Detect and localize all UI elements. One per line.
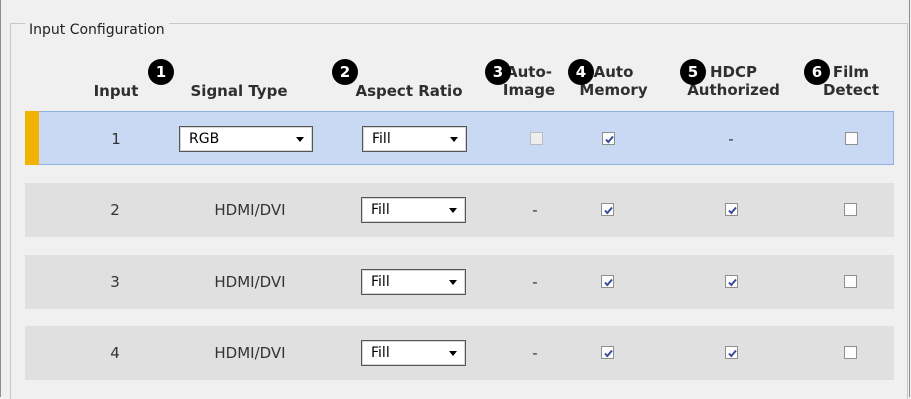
film-detect-checkbox[interactable] [844,203,857,216]
auto-memory-checkbox[interactable] [601,346,614,359]
callout-badge-3: 3 [485,59,511,85]
auto-memory-checkbox[interactable] [601,203,614,216]
auto-memory-checkbox[interactable] [602,132,615,145]
input-number: 4 [110,344,120,362]
signal-type-value: HDMI/DVI [214,273,286,291]
aspect-ratio-dropdown[interactable]: Fill [361,340,466,366]
auto-image-value: - [532,344,538,362]
chevron-down-icon [449,351,457,356]
callout-badge-5: 5 [680,59,706,85]
aspect-ratio-dropdown-value: Fill [371,274,390,290]
signal-type-dropdown[interactable]: RGB [179,126,313,152]
input-number: 3 [110,273,120,291]
input-number: 2 [110,201,120,219]
header-input: Input [93,82,139,100]
callout-badge-2: 2 [332,59,358,85]
input-number: 1 [111,130,121,148]
auto-memory-checkbox[interactable] [601,275,614,288]
hdcp-value: - [728,130,734,148]
input-row[interactable]: 2 HDMI/DVI Fill - [25,183,894,237]
hdcp-checkbox[interactable] [725,275,738,288]
window-frame: Input Configuration Input Signal Type As… [0,0,910,399]
aspect-ratio-dropdown[interactable]: Fill [362,126,467,152]
film-detect-checkbox[interactable] [844,275,857,288]
hdcp-checkbox[interactable] [725,203,738,216]
film-detect-checkbox[interactable] [845,132,858,145]
input-row[interactable]: 1 RGB Fill - [25,111,894,165]
aspect-ratio-dropdown-value: Fill [371,202,390,218]
chevron-down-icon [296,137,304,142]
auto-image-checkbox [530,132,543,145]
callout-badge-1: 1 [148,59,174,85]
header-film-line2: Detect [822,81,880,99]
aspect-ratio-dropdown[interactable]: Fill [361,269,466,295]
aspect-ratio-dropdown[interactable]: Fill [361,197,466,223]
hdcp-checkbox[interactable] [725,346,738,359]
input-row[interactable]: 3 HDMI/DVI Fill - [25,255,894,309]
header-aspect-ratio: Aspect Ratio [355,82,463,100]
chevron-down-icon [450,137,458,142]
header-signal-type: Signal Type [190,82,288,100]
group-title: Input Configuration [25,21,169,39]
chevron-down-icon [449,280,457,285]
signal-type-value: HDMI/DVI [214,201,286,219]
signal-type-dropdown-value: RGB [189,131,220,147]
aspect-ratio-dropdown-value: Fill [371,345,390,361]
auto-image-value: - [532,201,538,219]
aspect-ratio-dropdown-value: Fill [372,131,391,147]
chevron-down-icon [449,208,457,213]
auto-image-value: - [532,273,538,291]
film-detect-checkbox[interactable] [844,346,857,359]
callout-badge-6: 6 [804,59,830,85]
signal-type-value: HDMI/DVI [214,344,286,362]
callout-badge-4: 4 [568,59,594,85]
input-row[interactable]: 4 HDMI/DVI Fill - [25,326,894,380]
